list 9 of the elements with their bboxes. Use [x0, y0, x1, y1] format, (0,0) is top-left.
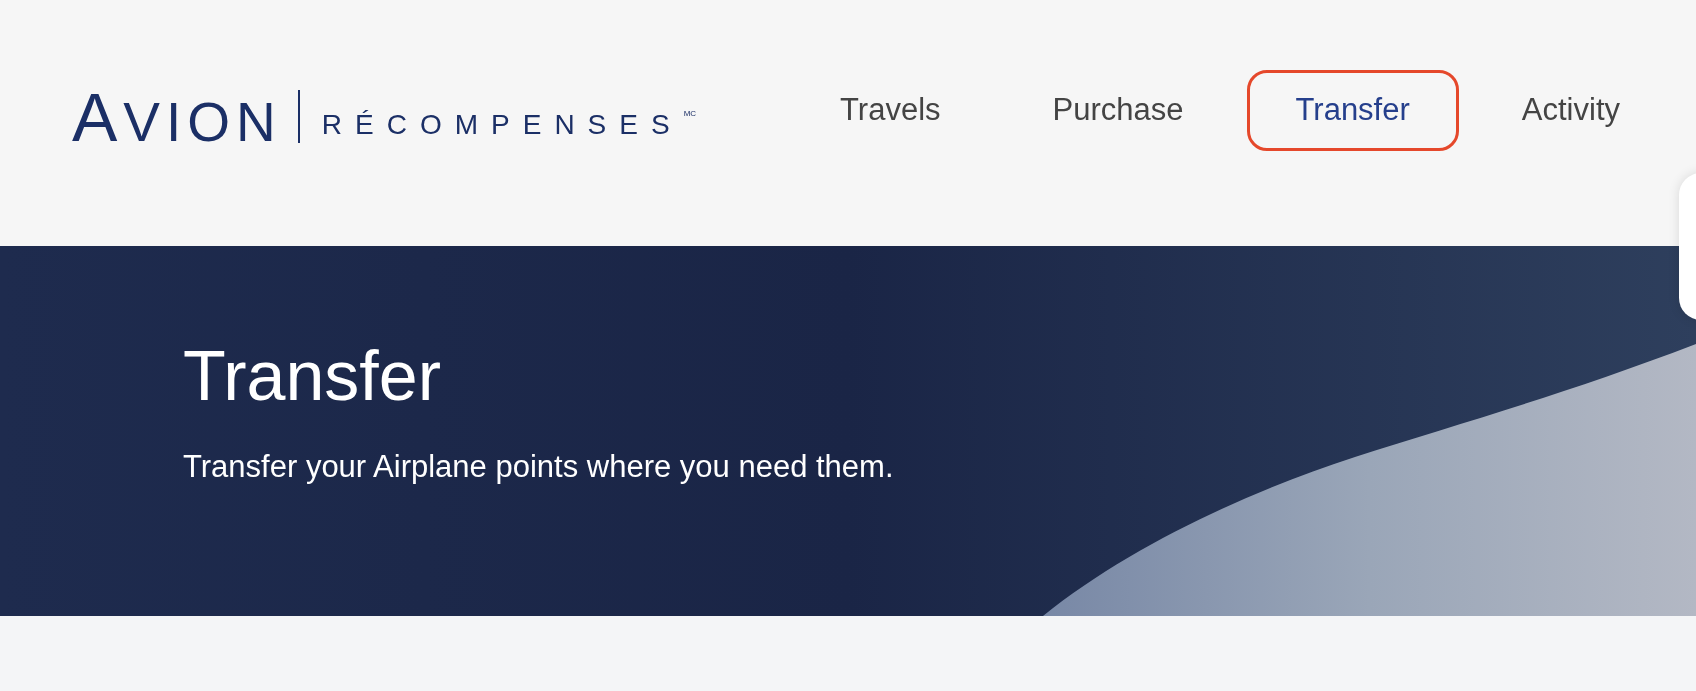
nav-tab[interactable]: Purchase [1003, 70, 1233, 151]
nav-tab[interactable]: Activity [1472, 70, 1669, 151]
trademark-mark: MC [683, 110, 697, 118]
nav-tab[interactable]: Transfer [1246, 70, 1459, 151]
brand-wordmark: AVION [72, 82, 282, 151]
brand-tagline: RÉCOMPENSES [321, 110, 683, 139]
nav-tab[interactable]: Travels [791, 70, 990, 151]
page-subtitle: Transfer your Airplane points where you need them. [183, 451, 894, 482]
page-title: Transfer [183, 341, 442, 411]
